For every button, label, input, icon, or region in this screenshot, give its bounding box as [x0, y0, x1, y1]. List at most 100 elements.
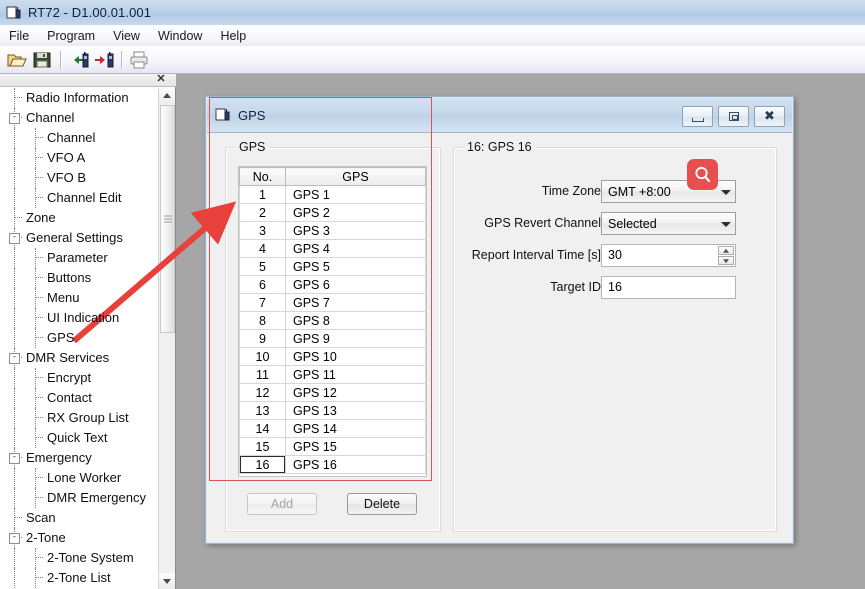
menu-file[interactable]: File — [0, 27, 38, 45]
sidebar-item-gps[interactable]: GPS — [0, 328, 159, 348]
sidebar-item-encrypt[interactable]: Encrypt — [0, 368, 159, 388]
cell-no[interactable]: 11 — [239, 365, 286, 384]
table-row[interactable]: 1 GPS 1 — [239, 185, 426, 204]
sidebar-item-emergency[interactable]: - Emergency — [0, 448, 159, 468]
table-row[interactable]: 6 GPS 6 — [239, 275, 426, 294]
sidebar-item-channel-edit[interactable]: Channel Edit — [0, 188, 159, 208]
cell-gps[interactable]: GPS 15 — [285, 437, 426, 456]
sidebar-item-channel[interactable]: Channel — [0, 128, 159, 148]
table-row[interactable]: 2 GPS 2 — [239, 203, 426, 222]
cell-no[interactable]: 8 — [239, 311, 286, 330]
sidebar-item-vfo-b[interactable]: VFO B — [0, 168, 159, 188]
table-row[interactable]: 13 GPS 13 — [239, 401, 426, 420]
cell-gps[interactable]: GPS 9 — [285, 329, 426, 348]
cell-no[interactable]: 2 — [239, 203, 286, 222]
cell-gps[interactable]: GPS 1 — [285, 185, 426, 204]
cell-gps[interactable]: GPS 11 — [285, 365, 426, 384]
table-row[interactable]: 3 GPS 3 — [239, 221, 426, 240]
table-row[interactable]: 8 GPS 8 — [239, 311, 426, 330]
cell-gps[interactable]: GPS 4 — [285, 239, 426, 258]
tree-expander-icon[interactable]: - — [9, 353, 20, 364]
table-row[interactable]: 4 GPS 4 — [239, 239, 426, 258]
cell-gps[interactable]: GPS 7 — [285, 293, 426, 312]
cell-gps[interactable]: GPS 16 — [285, 455, 426, 474]
table-row[interactable]: 16 GPS 16 — [239, 455, 426, 474]
add-button[interactable]: Add — [247, 493, 317, 515]
read-from-radio-icon[interactable] — [66, 48, 90, 72]
sidebar-item-contact[interactable]: Contact — [0, 388, 159, 408]
cell-no[interactable]: 5 — [239, 257, 286, 276]
sidebar-item-general-settings[interactable]: - General Settings — [0, 228, 159, 248]
menu-help[interactable]: Help — [211, 27, 255, 45]
quantity-stepper[interactable] — [718, 246, 734, 265]
cell-no[interactable]: 13 — [239, 401, 286, 420]
write-to-radio-icon[interactable] — [91, 48, 115, 72]
cell-no[interactable]: 4 — [239, 239, 286, 258]
cell-no[interactable]: 6 — [239, 275, 286, 294]
sidebar-item-buttons[interactable]: Buttons — [0, 268, 159, 288]
sidebar-item-channel[interactable]: - Channel — [0, 108, 159, 128]
table-row[interactable]: 9 GPS 9 — [239, 329, 426, 348]
cell-gps[interactable]: GPS 5 — [285, 257, 426, 276]
cell-no[interactable]: 12 — [239, 383, 286, 402]
sidebar-item-menu[interactable]: Menu — [0, 288, 159, 308]
close-icon[interactable]: ✕ — [154, 73, 168, 87]
sidebar-item-quick-text[interactable]: Quick Text — [0, 428, 159, 448]
cell-no[interactable]: 15 — [239, 437, 286, 456]
sidebar-item-dmr-emergency[interactable]: DMR Emergency — [0, 488, 159, 508]
menu-view[interactable]: View — [104, 27, 149, 45]
table-row[interactable]: 7 GPS 7 — [239, 293, 426, 312]
cell-gps[interactable]: GPS 3 — [285, 221, 426, 240]
sidebar-item-parameter[interactable]: Parameter — [0, 248, 159, 268]
delete-button[interactable]: Delete — [347, 493, 417, 515]
table-row[interactable]: 15 GPS 15 — [239, 437, 426, 456]
target-id-input[interactable]: 16 — [601, 276, 736, 299]
cell-gps[interactable]: GPS 6 — [285, 275, 426, 294]
tree-expander-icon[interactable]: - — [9, 113, 20, 124]
cell-gps[interactable]: GPS 14 — [285, 419, 426, 438]
cell-no[interactable]: 1 — [239, 185, 286, 204]
cell-no[interactable]: 3 — [239, 221, 286, 240]
cell-gps[interactable]: GPS 2 — [285, 203, 426, 222]
sidebar-item-zone[interactable]: Zone — [0, 208, 159, 228]
cell-gps[interactable]: GPS 13 — [285, 401, 426, 420]
scrollbar-thumb[interactable] — [160, 105, 175, 333]
sidebar-item-lone-worker[interactable]: Lone Worker — [0, 468, 159, 488]
save-disk-icon[interactable] — [30, 48, 54, 72]
cell-gps[interactable]: GPS 10 — [285, 347, 426, 366]
sidebar-item-radio-information[interactable]: Radio Information — [0, 88, 159, 108]
sidebar-item-rx-group-list[interactable]: RX Group List — [0, 408, 159, 428]
table-row[interactable]: 14 GPS 14 — [239, 419, 426, 438]
close-button[interactable]: ✖ — [754, 106, 785, 127]
cell-no[interactable]: 10 — [239, 347, 286, 366]
navigation-scrollbar[interactable] — [158, 88, 175, 589]
sidebar-item-vfo-a[interactable]: VFO A — [0, 148, 159, 168]
menu-window[interactable]: Window — [149, 27, 211, 45]
gps-table-container[interactable]: No. GPS 1 GPS 1 2 GPS 2 3 GPS 3 4 GPS 4 5 GPS 56G… — [238, 166, 427, 477]
menu-program[interactable]: Program — [38, 27, 104, 45]
table-row[interactable]: 10 GPS 10 — [239, 347, 426, 366]
gps-revert-channel-combo[interactable]: Selected — [601, 212, 736, 235]
stepper-up-icon[interactable] — [718, 246, 734, 255]
maximize-button[interactable] — [718, 106, 749, 127]
sidebar-item-2-tone[interactable]: -2-Tone — [0, 528, 159, 548]
tree-expander-icon[interactable]: - — [9, 453, 20, 464]
cell-no[interactable]: 9 — [239, 329, 286, 348]
cell-gps[interactable]: GPS 12 — [285, 383, 426, 402]
column-header-gps[interactable]: GPS — [285, 167, 426, 186]
table-row[interactable]: 12 GPS 12 — [239, 383, 426, 402]
tree-expander-icon[interactable]: - — [9, 533, 20, 544]
stepper-down-icon[interactable] — [718, 256, 734, 265]
table-row[interactable]: 5 GPS 5 — [239, 257, 426, 276]
sidebar-item-2-tone-list[interactable]: 2-Tone List — [0, 568, 159, 588]
print-icon[interactable] — [127, 48, 151, 72]
sidebar-item-scan[interactable]: Scan — [0, 508, 159, 528]
minimize-button[interactable] — [682, 106, 713, 127]
sidebar-item-ui-indication[interactable]: UI Indication — [0, 308, 159, 328]
cell-no[interactable]: 7 — [239, 293, 286, 312]
column-header-no[interactable]: No. — [239, 167, 286, 186]
tree-expander-icon[interactable]: - — [9, 233, 20, 244]
sidebar-item-2-tone-system[interactable]: 2-Tone System — [0, 548, 159, 568]
cell-no[interactable]: 14 — [239, 419, 286, 438]
scroll-up-arrow-icon[interactable] — [159, 88, 175, 104]
